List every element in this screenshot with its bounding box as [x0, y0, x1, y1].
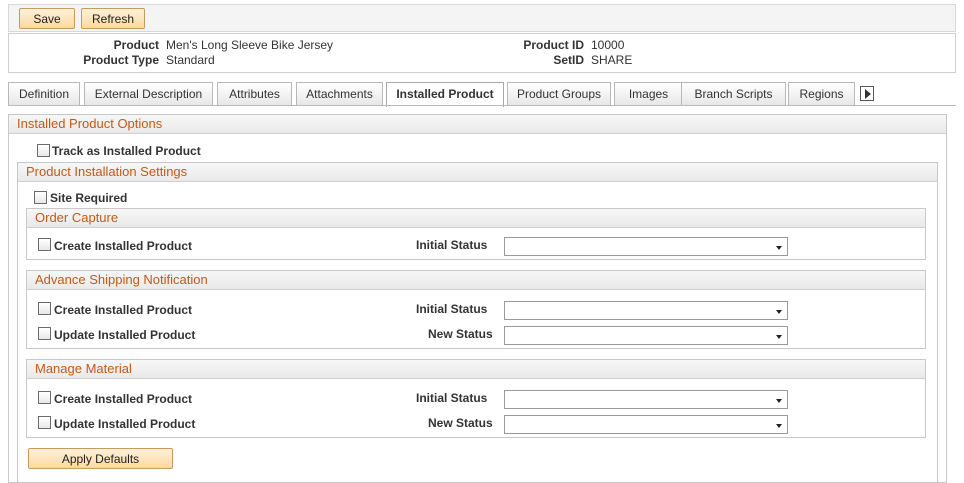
- product-id-value: 10000: [591, 38, 625, 52]
- oc-initial-status-label: Initial Status: [416, 238, 488, 252]
- next-tab-arrow-icon[interactable]: [860, 86, 874, 101]
- asn-new-status-select[interactable]: [504, 326, 788, 345]
- asn-create-installed-product-checkbox[interactable]: [38, 302, 51, 315]
- apply-defaults-button[interactable]: Apply Defaults: [28, 448, 173, 469]
- mm-new-status-select[interactable]: [504, 415, 788, 434]
- oc-initial-status-select[interactable]: [504, 237, 788, 256]
- product-type-value: Standard: [166, 53, 215, 67]
- mm-update-installed-product-checkbox[interactable]: [38, 416, 51, 429]
- tab-branch-scripts[interactable]: Branch Scripts: [681, 82, 786, 106]
- product-installation-settings-title: Product Installation Settings: [18, 163, 937, 182]
- tab-divider: [8, 105, 956, 106]
- order-capture-title: Order Capture: [27, 209, 925, 228]
- product-id-label: Product ID: [523, 38, 584, 52]
- mm-initial-status-label: Initial Status: [416, 391, 488, 405]
- product-label: Product: [113, 38, 159, 52]
- manage-material-title: Manage Material: [27, 360, 925, 379]
- mm-create-installed-product-label: Create Installed Product: [54, 392, 193, 406]
- product-value: Men's Long Sleeve Bike Jersey: [166, 38, 334, 52]
- track-installed-product-checkbox[interactable]: [37, 144, 50, 157]
- site-required-checkbox[interactable]: [34, 191, 47, 204]
- asn-new-status-label: New Status: [428, 327, 493, 341]
- track-installed-product-label: Track as Installed Product: [52, 144, 201, 158]
- setid-label: SetID: [553, 53, 584, 67]
- mm-update-installed-product-label: Update Installed Product: [54, 417, 196, 431]
- installed-product-options-title: Installed Product Options: [9, 115, 946, 134]
- site-required-label: Site Required: [50, 191, 128, 205]
- tab-bar: Definition External Description Attribut…: [8, 82, 956, 107]
- mm-initial-status-select[interactable]: [504, 390, 788, 409]
- asn-title: Advance Shipping Notification: [27, 271, 925, 290]
- mm-create-installed-product-checkbox[interactable]: [38, 391, 51, 404]
- product-header: Product Men's Long Sleeve Bike Jersey Pr…: [8, 33, 956, 73]
- chevron-down-icon: [776, 424, 782, 428]
- tab-installed-product[interactable]: Installed Product: [386, 82, 504, 107]
- save-button[interactable]: Save: [19, 8, 75, 29]
- tab-regions[interactable]: Regions: [788, 82, 855, 106]
- asn-update-installed-product-checkbox[interactable]: [38, 327, 51, 340]
- asn-create-installed-product-label: Create Installed Product: [54, 303, 193, 317]
- oc-create-installed-product-label: Create Installed Product: [54, 239, 193, 253]
- asn-initial-status-select[interactable]: [504, 301, 788, 320]
- asn-initial-status-label: Initial Status: [416, 302, 488, 316]
- tab-product-groups[interactable]: Product Groups: [507, 82, 611, 106]
- product-type-label: Product Type: [83, 53, 159, 67]
- setid-value: SHARE: [591, 53, 633, 67]
- chevron-down-icon: [776, 335, 782, 339]
- oc-create-installed-product-checkbox[interactable]: [38, 238, 51, 251]
- tab-definition[interactable]: Definition: [8, 82, 80, 106]
- tab-external-description[interactable]: External Description: [84, 82, 213, 106]
- chevron-down-icon: [776, 399, 782, 403]
- refresh-button[interactable]: Refresh: [81, 8, 145, 29]
- tab-attributes[interactable]: Attributes: [217, 82, 292, 106]
- chevron-down-icon: [776, 310, 782, 314]
- toolbar: Save Refresh: [8, 4, 956, 32]
- tab-attachments[interactable]: Attachments: [296, 82, 383, 106]
- chevron-down-icon: [776, 246, 782, 250]
- tab-images[interactable]: Images: [614, 82, 683, 106]
- asn-update-installed-product-label: Update Installed Product: [54, 328, 196, 342]
- mm-new-status-label: New Status: [428, 416, 493, 430]
